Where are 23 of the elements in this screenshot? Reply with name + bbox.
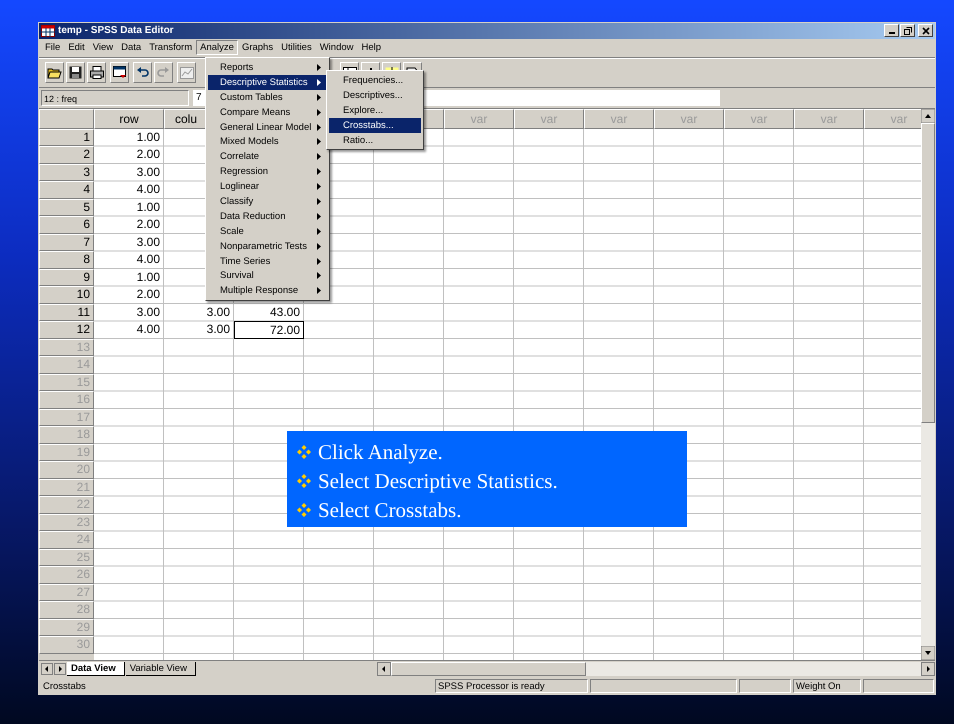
callout-text: Click Analyze. xyxy=(318,439,443,465)
callout-text: Select Descriptive Statistics. xyxy=(318,468,558,494)
table-cell-text: 4.00 xyxy=(136,181,161,198)
table-cell-text: 43.00 xyxy=(268,304,301,321)
table-cell-text: 1.00 xyxy=(136,128,161,146)
table-cell-text: 2.00 xyxy=(136,216,161,234)
table-cell-text: 1.00 xyxy=(136,268,161,286)
table-cell-text: 3.00 xyxy=(206,321,231,338)
table-cell-text: 3.00 xyxy=(136,304,161,321)
processor-status: SPSS Processor is ready xyxy=(435,678,588,693)
status-message: Crosstabs xyxy=(42,680,87,693)
window-title: temp - SPSS Data Editor xyxy=(58,25,174,36)
table-cell-text: 4.00 xyxy=(136,321,161,338)
table-cell: 72.00 xyxy=(234,321,304,339)
callout-text: Select Crosstabs. xyxy=(318,497,462,523)
table-cell-text: 4.00 xyxy=(136,251,161,268)
table-cell-text: 1.00 xyxy=(136,198,161,216)
weight-status: Weight On xyxy=(793,678,861,693)
table-cell-text: 3.00 xyxy=(206,304,231,321)
table-cell-text: 3.00 xyxy=(136,164,161,181)
table-cell-text: 2.00 xyxy=(136,146,161,164)
table-cell-text: 3.00 xyxy=(136,234,161,251)
table-cell-text: 2.00 xyxy=(136,286,161,304)
